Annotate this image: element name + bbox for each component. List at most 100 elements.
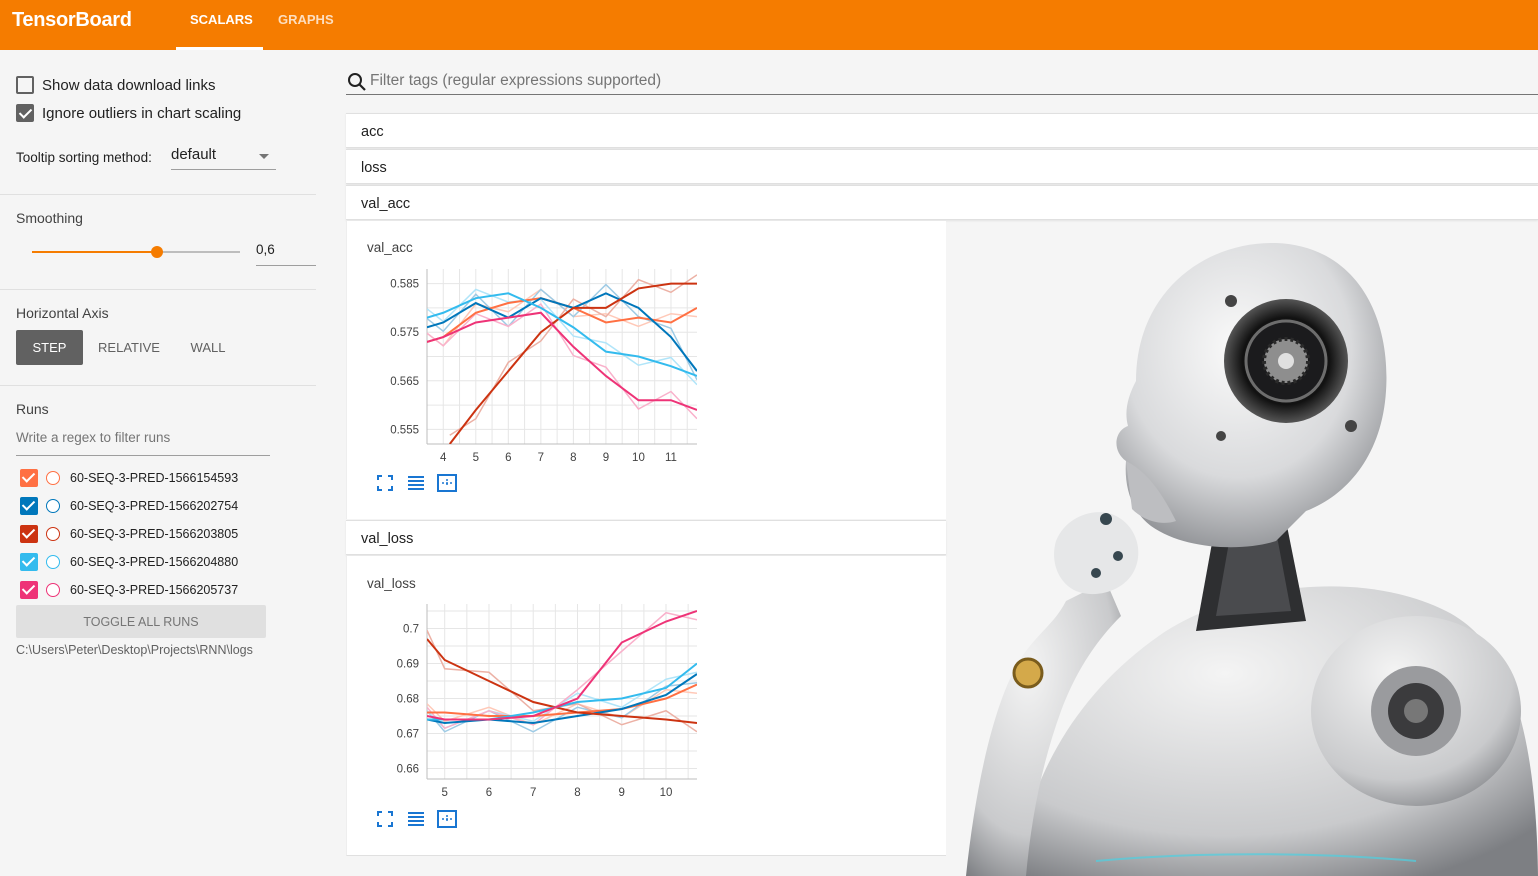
checkbox-checked-icon[interactable] (16, 104, 34, 122)
run-item[interactable]: 60-SEQ-3-PRED-1566204880 (20, 552, 238, 572)
y-tick-label: 0.565 (390, 376, 419, 388)
chart-card-val-loss: val_loss 5 6 7 8 9 10 0.7 0.69 0.68 0.67 0.66 (346, 556, 946, 856)
run-checkbox-icon[interactable] (20, 553, 38, 571)
smoothing-value-input[interactable]: 0,6 (256, 242, 316, 266)
dropdown-caret-icon (259, 154, 269, 159)
x-tick-label: 10 (632, 452, 645, 464)
run-name: 60-SEQ-3-PRED-1566204880 (70, 555, 239, 569)
robot-photo (966, 242, 1538, 876)
divider (0, 385, 316, 386)
group-header-val-acc[interactable]: val_acc (346, 185, 1538, 220)
val-loss-chart[interactable]: 5 6 7 8 9 10 0.7 0.69 0.68 0.67 0.66 (357, 596, 717, 836)
tag-filter-placeholder: Filter tags (regular expressions support… (370, 72, 662, 89)
plot-area (427, 610, 697, 733)
axis-wall-button[interactable]: WALL (184, 330, 232, 365)
tab-scalars[interactable]: SCALARS (190, 12, 253, 27)
group-header-val-loss[interactable]: val_loss (346, 520, 946, 555)
group-header-acc[interactable]: acc (346, 113, 1538, 148)
axis-relative-button[interactable]: RELATIVE (96, 330, 162, 365)
x-tick-label: 7 (530, 787, 536, 799)
y-tick-label: 0.66 (397, 764, 419, 776)
fullscreen-icon[interactable] (375, 473, 395, 493)
x-tick-label: 6 (505, 452, 511, 464)
runs-filter-placeholder: Write a regex to filter runs (16, 430, 171, 445)
x-tick-label: 4 (440, 452, 447, 464)
x-tick-label: 5 (473, 452, 479, 464)
val-acc-chart[interactable]: 4 5 6 7 8 9 10 11 0.585 0.575 0.565 0.555 (357, 261, 717, 501)
run-checkbox-icon[interactable] (20, 497, 38, 515)
chart-title: val_loss (367, 576, 416, 591)
top-app-bar: TensorBoard SCALARS GRAPHS (0, 0, 1538, 50)
smoothing-slider-fill (32, 251, 157, 253)
run-checkbox-icon[interactable] (20, 525, 38, 543)
x-tick-label: 8 (570, 452, 576, 464)
fit-domain-icon[interactable] (437, 473, 457, 493)
runs-filter-input[interactable]: Write a regex to filter runs (16, 430, 270, 456)
grid-lines (426, 269, 697, 444)
toggle-y-log-icon[interactable] (406, 473, 426, 493)
run-name: 60-SEQ-3-PRED-1566203805 (70, 527, 239, 541)
y-tick-label: 0.555 (390, 424, 419, 436)
y-tick-label: 0.575 (390, 327, 419, 339)
run-item[interactable]: 60-SEQ-3-PRED-1566205737 (20, 580, 238, 600)
toggle-all-runs-button[interactable]: TOGGLE ALL RUNS (16, 605, 266, 638)
run-item[interactable]: 60-SEQ-3-PRED-1566154593 (20, 468, 238, 488)
x-tick-label: 9 (619, 787, 625, 799)
run-name: 60-SEQ-3-PRED-1566205737 (70, 583, 239, 597)
run-item[interactable]: 60-SEQ-3-PRED-1566202754 (20, 496, 238, 516)
toggle-y-log-icon[interactable] (406, 809, 426, 829)
axis-step-button[interactable]: STEP (16, 330, 83, 365)
ignore-outliers-toggle[interactable]: Ignore outliers in chart scaling (16, 104, 241, 122)
smoothing-slider-knob[interactable] (151, 246, 163, 258)
sidebar: Show data download links Ignore outliers… (0, 50, 331, 876)
x-tick-label: 9 (603, 452, 609, 464)
tab-graphs[interactable]: GRAPHS (278, 12, 334, 27)
y-tick-label: 0.7 (403, 624, 419, 636)
tag-filter-input[interactable]: Filter tags (regular expressions support… (346, 68, 1538, 95)
runs-title: Runs (16, 401, 49, 417)
run-color-circle-icon[interactable] (46, 471, 60, 485)
divider (0, 194, 316, 195)
group-title: loss (361, 160, 387, 176)
run-item[interactable]: 60-SEQ-3-PRED-1566203805 (20, 524, 238, 544)
group-header-loss[interactable]: loss (346, 149, 1538, 184)
group-title: val_acc (361, 196, 411, 212)
run-color-circle-icon[interactable] (46, 499, 60, 513)
smoothing-title: Smoothing (16, 210, 83, 226)
y-tick-label: 0.67 (397, 729, 419, 741)
fullscreen-icon[interactable] (375, 809, 395, 829)
y-tick-label: 0.585 (390, 279, 419, 291)
y-tick-label: 0.69 (397, 659, 419, 671)
ignore-outliers-label: Ignore outliers in chart scaling (42, 104, 242, 122)
chart-title: val_acc (367, 240, 413, 255)
group-title: acc (361, 124, 384, 140)
y-tick-label: 0.68 (397, 694, 419, 706)
grid-lines (427, 604, 697, 779)
tooltip-sorting-label: Tooltip sorting method: (16, 150, 152, 165)
run-checkbox-icon[interactable] (20, 581, 38, 599)
checkbox-unchecked-icon[interactable] (16, 76, 34, 94)
plot-area (427, 274, 697, 444)
run-color-circle-icon[interactable] (46, 527, 60, 541)
x-tick-label: 7 (538, 452, 544, 464)
tooltip-sorting-value: default (171, 146, 217, 163)
run-name: 60-SEQ-3-PRED-1566202754 (70, 499, 239, 513)
log-directory: C:\Users\Peter\Desktop\Projects\RNN\logs (16, 643, 253, 657)
run-color-circle-icon[interactable] (46, 583, 60, 597)
run-color-circle-icon[interactable] (46, 555, 60, 569)
show-download-links-label: Show data download links (42, 76, 216, 94)
app-brand: TensorBoard (12, 9, 132, 31)
group-title: val_loss (361, 531, 414, 547)
tooltip-sorting-select[interactable]: default (171, 146, 276, 170)
x-tick-label: 8 (574, 787, 580, 799)
x-tick-label: 6 (486, 787, 492, 799)
fit-domain-icon[interactable] (437, 809, 457, 829)
run-name: 60-SEQ-3-PRED-1566154593 (70, 471, 239, 485)
show-download-links-toggle[interactable]: Show data download links (16, 76, 215, 94)
x-tick-label: 10 (660, 787, 673, 799)
run-checkbox-icon[interactable] (20, 469, 38, 487)
horizontal-axis-title: Horizontal Axis (16, 305, 109, 321)
x-tick-label: 5 (442, 787, 448, 799)
divider (0, 289, 316, 290)
x-tick-label: 11 (665, 452, 677, 464)
